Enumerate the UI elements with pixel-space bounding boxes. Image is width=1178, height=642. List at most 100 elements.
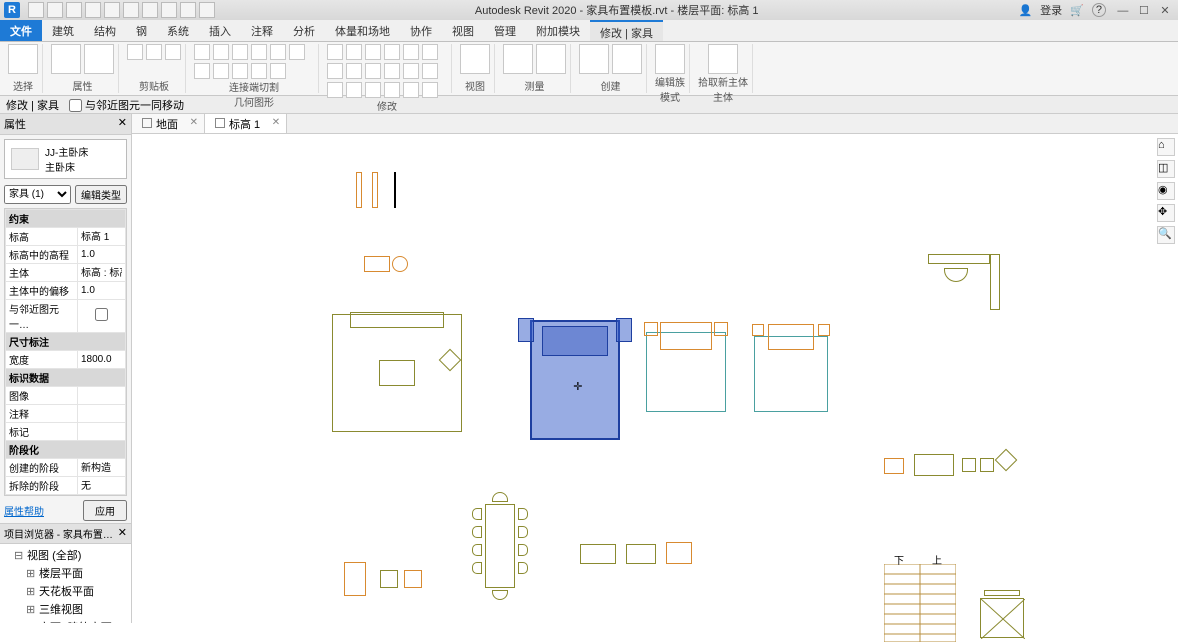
ribbon-tool[interactable] (8, 44, 38, 74)
qat-button[interactable] (142, 2, 158, 18)
browser-close-icon[interactable]: ✕ (118, 526, 127, 541)
move-with-nearby-checkbox[interactable] (69, 99, 82, 112)
furniture-item[interactable] (962, 458, 976, 472)
view-tab-close[interactable]: ✕ (190, 117, 198, 128)
prop-value[interactable] (81, 354, 122, 365)
dining-table[interactable] (485, 504, 515, 588)
ribbon-tab[interactable]: 结构 (84, 20, 126, 41)
ribbon-tool[interactable] (251, 63, 267, 79)
furniture-item[interactable] (980, 458, 994, 472)
ribbon-tool[interactable] (270, 44, 286, 60)
ribbon-tool[interactable] (384, 44, 400, 60)
nightstand[interactable] (752, 324, 764, 336)
ribbon-tab[interactable]: 协作 (400, 20, 442, 41)
qat-button[interactable] (47, 2, 63, 18)
qat-button[interactable] (85, 2, 101, 18)
prop-value[interactable] (81, 249, 122, 260)
headboard[interactable] (768, 324, 814, 350)
steering-wheel-icon[interactable]: ◉ (1157, 182, 1175, 200)
ribbon-tool[interactable] (213, 44, 229, 60)
ribbon-tab[interactable]: 视图 (442, 20, 484, 41)
instance-filter[interactable]: 家具 (1) (4, 185, 71, 204)
ribbon-tool[interactable] (403, 82, 419, 98)
ribbon-tool[interactable] (194, 44, 210, 60)
prop-value[interactable] (81, 461, 122, 472)
ribbon-tool[interactable] (327, 82, 343, 98)
drawing-canvas[interactable]: ✛ (132, 134, 1154, 623)
furniture-item[interactable] (884, 458, 904, 474)
ribbon-tab[interactable]: 修改 | 家具 (590, 20, 663, 41)
ribbon-tool[interactable] (403, 44, 419, 60)
ribbon-tool[interactable] (708, 44, 738, 74)
minimize-button[interactable]: — (1114, 5, 1132, 17)
tree-node[interactable]: ⊟ 视图 (全部) (0, 546, 131, 564)
furniture-item[interactable] (344, 562, 366, 596)
furniture-item[interactable] (995, 449, 1018, 472)
properties-grid[interactable]: 约束标高标高中的高程主体主体中的偏移与邻近图元一…尺寸标注宽度标识数据图像注释标… (4, 208, 127, 496)
help-icon[interactable]: ? (1092, 3, 1106, 17)
chair[interactable] (518, 526, 528, 538)
ribbon-tab[interactable]: 分析 (283, 20, 325, 41)
prop-value[interactable] (81, 285, 122, 296)
tree-node[interactable]: ⊞ 天花板平面 (0, 582, 131, 600)
nightstand[interactable] (518, 318, 534, 342)
ribbon-tab[interactable]: 建筑 (42, 20, 84, 41)
furniture-item[interactable] (404, 570, 422, 588)
ribbon-tool[interactable] (536, 44, 566, 74)
project-browser[interactable]: 项目浏览器 - 家具布置模板.rvt ✕ ⊟ 视图 (全部)⊞ 楼层平面⊞ 天花… (0, 523, 131, 623)
ribbon-tool[interactable] (127, 44, 143, 60)
maximize-button[interactable]: ☐ (1135, 4, 1153, 17)
ribbon-tool[interactable] (146, 44, 162, 60)
ribbon-tool[interactable] (165, 44, 181, 60)
chair[interactable] (518, 508, 528, 520)
ribbon-tool[interactable] (51, 44, 81, 74)
pan-icon[interactable]: ✥ (1157, 204, 1175, 222)
chair[interactable] (492, 590, 508, 600)
prop-checkbox[interactable] (81, 308, 122, 321)
ribbon-tool[interactable] (232, 63, 248, 79)
prop-value[interactable] (81, 426, 122, 437)
panel-close-icon[interactable]: ✕ (118, 116, 127, 132)
ribbon-tab[interactable]: 注释 (241, 20, 283, 41)
prop-value[interactable] (81, 230, 122, 241)
tree-node[interactable]: ⊞ 三维视图 (0, 600, 131, 618)
qat-button[interactable] (28, 2, 44, 18)
prop-value[interactable] (81, 266, 122, 277)
ribbon-tool[interactable] (422, 44, 438, 60)
edit-type-button[interactable]: 编辑类型 (75, 185, 127, 204)
qat-button[interactable] (66, 2, 82, 18)
ribbon-tool[interactable] (327, 63, 343, 79)
ribbon-tab[interactable]: 附加模块 (526, 20, 590, 41)
prop-value[interactable] (81, 408, 122, 419)
cabinet-run[interactable] (990, 254, 1000, 310)
ribbon-tool[interactable] (655, 44, 685, 74)
furniture-item[interactable] (580, 544, 616, 564)
properties-help-link[interactable]: 属性帮助 (4, 503, 44, 518)
ribbon-tool[interactable] (289, 44, 305, 60)
user-icon[interactable]: 👤 (1018, 4, 1032, 17)
ribbon-tab[interactable]: 管理 (484, 20, 526, 41)
furniture-item[interactable] (380, 570, 398, 588)
view-tab[interactable]: 标高 1✕ (205, 114, 287, 133)
coffee-table[interactable] (379, 360, 415, 386)
ribbon-tab[interactable]: 钢 (126, 20, 157, 41)
ribbon-tool[interactable] (365, 63, 381, 79)
nightstand[interactable] (818, 324, 830, 336)
nightstand[interactable] (644, 322, 658, 336)
ribbon-tool[interactable] (346, 63, 362, 79)
ribbon-tool[interactable] (460, 44, 490, 74)
ribbon-tool[interactable] (384, 63, 400, 79)
option-move-with-nearby[interactable]: 与邻近图元一同移动 (69, 97, 184, 113)
ribbon-tool[interactable] (579, 44, 609, 74)
browser-tree[interactable]: ⊟ 视图 (全部)⊞ 楼层平面⊞ 天花板平面⊞ 三维视图⊞ 立面 (建筑立面)⊞… (0, 544, 131, 623)
furniture-item[interactable] (914, 454, 954, 476)
view-tab-close[interactable]: ✕ (272, 117, 280, 128)
ribbon-tool[interactable] (327, 44, 343, 60)
ribbon-tab[interactable]: 文件 (0, 20, 42, 41)
furniture-item[interactable] (394, 172, 396, 208)
login-label[interactable]: 登录 (1040, 2, 1062, 18)
ribbon-tool[interactable] (346, 44, 362, 60)
furniture-item[interactable] (984, 590, 1020, 596)
type-selector[interactable]: JJ-主卧床 主卧床 (4, 139, 127, 179)
home-icon[interactable]: ⌂ (1157, 138, 1175, 156)
